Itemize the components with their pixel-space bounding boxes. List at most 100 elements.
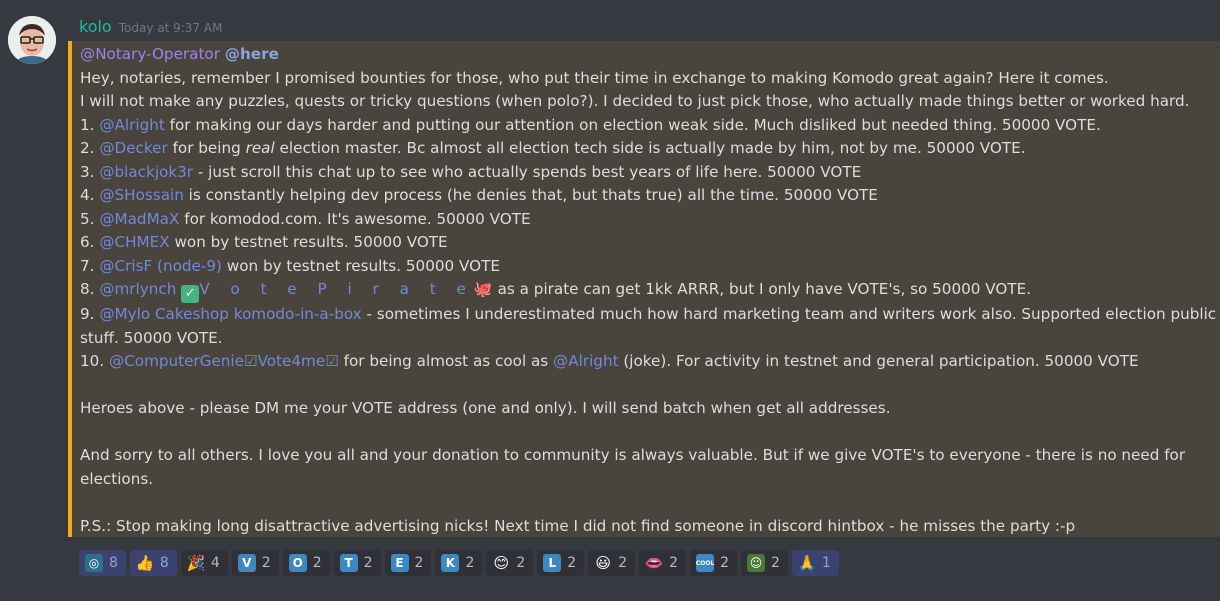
reaction-count: 8 (109, 555, 118, 571)
item-text: for being (167, 139, 246, 157)
avatar[interactable] (8, 16, 56, 64)
komodo-icon: ◎ (85, 554, 103, 572)
item-number: 9. (80, 305, 95, 323)
user-mention[interactable]: @Alright (99, 116, 164, 134)
message-line: @Notary-Operator @here (80, 43, 1220, 67)
reaction-count: 2 (516, 555, 526, 571)
item-text: is constantly helping dev process (he de… (183, 186, 878, 204)
list-item: 8. @mrlynch ✓ V o t e P i r a t e🐙 as a p… (80, 278, 1220, 303)
check-mark-icon: ✓ (181, 285, 200, 303)
reaction-avatar-emoji[interactable]: ☺ 2 (740, 550, 788, 576)
message-line: Heroes above - please DM me your VOTE ad… (80, 399, 891, 417)
reaction-thumbs-up[interactable]: 👍 8 (129, 550, 177, 576)
item-number: 7. (80, 256, 95, 275)
here-mention[interactable]: @here (225, 45, 279, 63)
letter-t-icon: T (339, 554, 358, 572)
octopus-icon: 🐙 (473, 280, 493, 298)
item-number: 5. (80, 209, 95, 228)
reaction-pray[interactable]: 🙏 1 (791, 550, 839, 576)
reaction-lips[interactable]: 👄 2 (639, 550, 687, 576)
reaction-count: 2 (312, 555, 322, 571)
letter-e-icon: E (390, 554, 409, 572)
thumbs-up-icon: 👍 (135, 554, 155, 572)
item-number: 6. (80, 233, 95, 251)
reaction-count: 2 (414, 555, 424, 571)
item-text: election master. Bc almost all election … (274, 139, 1026, 157)
user-mention[interactable]: @ComputerGenie☑Vote4me☑ (109, 352, 339, 370)
role-mention[interactable]: @Notary-Operator (80, 45, 220, 63)
author-name[interactable]: kolo (79, 17, 112, 36)
message-line: P.S.: Stop making long disattractive adv… (80, 516, 1076, 535)
message-body: @Notary-Operator @here Hey, notaries, re… (68, 41, 1220, 537)
reaction-count: 4 (210, 555, 220, 571)
reaction-count: 2 (465, 555, 475, 571)
reactions-bar: ◎ 8 👍 8 🎉 4 V 2 O 2 T 2 E 2 K 2 😊 2 L 2 😃 2 👄 2 COOL 2 ☺ 2 🙏 1 (79, 550, 839, 576)
item-text: won by testnet results. 50000 VOTE (221, 256, 500, 275)
user-mention[interactable]: @mrlynch (99, 280, 176, 298)
grin-icon: 😃 (595, 554, 612, 572)
reaction-letter-t[interactable]: T2 (333, 550, 381, 576)
item-text: as a pirate can get 1kk ARRR, but I only… (492, 280, 1032, 298)
item-text: won by testnet results. 50000 VOTE (169, 233, 448, 251)
letter-l-icon: L (543, 554, 562, 572)
smile-icon: 😊 (493, 554, 510, 572)
user-mention[interactable]: @Alright (553, 352, 618, 370)
reaction-count: 2 (770, 555, 780, 571)
reaction-smile[interactable]: 😊 2 (486, 550, 534, 576)
user-mention[interactable]: @CrisF (node-9) (99, 257, 222, 275)
reaction-letter-o[interactable]: O2 (282, 550, 330, 576)
reaction-count: 8 (159, 555, 169, 571)
message-header: kolo Today at 9:37 AM (79, 17, 222, 39)
pray-icon: 🙏 (797, 554, 817, 572)
item-text: for making our days harder and putting o… (164, 115, 1101, 134)
reaction-cool[interactable]: COOL 2 (690, 550, 737, 576)
party-popper-icon: 🎉 (186, 554, 206, 572)
item-number: 3. (80, 162, 95, 181)
item-number: 4. (80, 186, 95, 204)
reaction-letter-e[interactable]: E2 (384, 550, 432, 576)
user-mention[interactable]: @CHMEX (99, 233, 169, 251)
reaction-party-popper[interactable]: 🎉 4 (180, 550, 228, 576)
emphasis-text: real (245, 139, 275, 157)
letter-o-icon: O (288, 554, 307, 572)
user-mention[interactable]: @Decker (99, 139, 167, 157)
reaction-count: 2 (618, 555, 628, 571)
reaction-letter-v[interactable]: V2 (231, 550, 279, 576)
reaction-count: 2 (567, 555, 577, 571)
message-line: Hey, notaries, remember I promised bount… (80, 68, 1109, 87)
message-line: I will not make any puzzles, quests or t… (80, 92, 1190, 110)
item-text: - just scroll this chat up to see who ac… (193, 162, 862, 181)
user-mention[interactable]: @blackjok3r (99, 163, 193, 181)
list-item: 1. @Alright for making our days harder a… (80, 114, 1220, 138)
message-line: And sorry to all others. I love you all … (80, 446, 1186, 488)
item-number: 10. (80, 352, 105, 370)
user-mention[interactable]: @SHossain (99, 186, 184, 204)
letter-k-icon: K (441, 554, 460, 572)
list-item: 7. @CrisF (node-9) won by testnet result… (80, 255, 1220, 279)
reaction-count: 1 (821, 555, 831, 571)
reaction-count: 2 (363, 555, 373, 571)
list-item: 10. @ComputerGenie☑Vote4me☑ for being al… (80, 350, 1220, 374)
reaction-komodo[interactable]: ◎ 8 (79, 550, 126, 576)
item-text: for being almost as cool as (338, 352, 554, 370)
user-mention[interactable]: @MadMaX (99, 210, 179, 228)
reaction-letter-l[interactable]: L2 (537, 550, 585, 576)
letter-v-icon: V (237, 554, 256, 572)
reaction-count: 2 (669, 555, 679, 571)
list-item: 4. @SHossain is constantly helping dev p… (80, 184, 1220, 208)
item-text: (joke). For activity in testnet and gene… (618, 352, 1139, 370)
list-item: 6. @CHMEX won by testnet results. 50000 … (80, 231, 1220, 255)
reaction-grin[interactable]: 😃 2 (588, 550, 636, 576)
reaction-letter-k[interactable]: K2 (435, 550, 483, 576)
list-item: 5. @MadMaX for komodod.com. It's awesome… (80, 208, 1220, 232)
item-number: 8. (80, 280, 95, 298)
list-item: 3. @blackjok3r - just scroll this chat u… (80, 161, 1220, 185)
vote-pirate-text: V o t e P i r a t e (199, 280, 474, 298)
user-mention[interactable]: @Mylo Cakeshop komodo-in-a-box (99, 305, 361, 323)
reaction-count: 2 (261, 555, 271, 571)
reaction-count: 2 (720, 555, 729, 571)
list-item: 9. @Mylo Cakeshop komodo-in-a-box - some… (80, 303, 1220, 350)
